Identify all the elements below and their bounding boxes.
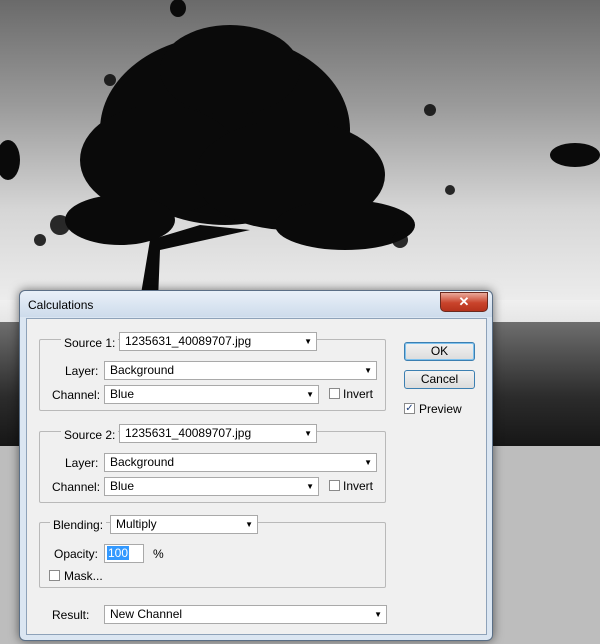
chevron-down-icon: ▼ [364, 458, 372, 467]
source1-channel-value: Blue [110, 387, 135, 401]
opacity-percent: % [153, 547, 164, 561]
chevron-down-icon: ▼ [374, 610, 382, 619]
chevron-down-icon: ▼ [306, 482, 314, 491]
blending-mode-select[interactable]: Multiply ▼ [110, 515, 258, 534]
title-bar[interactable]: Calculations ✕ [20, 291, 492, 317]
chevron-down-icon: ▼ [304, 429, 312, 438]
calculations-dialog: Calculations ✕ Source 1: 1235631_4008970… [19, 290, 493, 641]
preview-label: Preview [419, 402, 462, 416]
source1-label: Source 1: [61, 336, 119, 350]
source2-file-value: 1235631_40089707.jpg [125, 426, 252, 440]
result-value: New Channel [110, 607, 183, 621]
blending-label: Blending: [50, 518, 107, 532]
mask-checkbox[interactable] [49, 570, 60, 581]
dialog-title: Calculations [28, 298, 94, 312]
source1-invert-checkbox[interactable] [329, 388, 340, 399]
chevron-down-icon: ▼ [245, 520, 253, 529]
dialog-body: Source 1: 1235631_40089707.jpg ▼ Layer: … [26, 318, 487, 635]
source1-layer-select[interactable]: Background ▼ [104, 361, 377, 380]
source1-channel-label: Channel: [52, 388, 101, 402]
source2-invert-label: Invert [343, 479, 374, 493]
ok-button[interactable]: OK [404, 342, 475, 361]
source1-layer-label: Layer: [65, 364, 99, 378]
source2-channel-label: Channel: [52, 480, 101, 494]
tree-silhouette [0, 0, 600, 300]
chevron-down-icon: ▼ [304, 337, 312, 346]
source2-file-select[interactable]: 1235631_40089707.jpg ▼ [119, 424, 317, 443]
source2-layer-label: Layer: [65, 456, 99, 470]
result-select[interactable]: New Channel ▼ [104, 605, 387, 624]
opacity-input[interactable]: 100 [104, 544, 144, 563]
cancel-button-label: Cancel [420, 372, 459, 386]
source2-channel-select[interactable]: Blue ▼ [104, 477, 319, 496]
source2-layer-value: Background [110, 455, 175, 469]
source1-layer-value: Background [110, 363, 175, 377]
source2-invert-checkbox[interactable] [329, 480, 340, 491]
close-icon: ✕ [458, 294, 470, 309]
source1-invert-label: Invert [343, 387, 374, 401]
opacity-value: 100 [107, 546, 130, 560]
source1-channel-select[interactable]: Blue ▼ [104, 385, 319, 404]
checkmark-icon: ✓ [405, 403, 414, 414]
chevron-down-icon: ▼ [306, 390, 314, 399]
chevron-down-icon: ▼ [364, 366, 372, 375]
source2-layer-select[interactable]: Background ▼ [104, 453, 377, 472]
source1-file-value: 1235631_40089707.jpg [125, 334, 252, 348]
source1-file-select[interactable]: 1235631_40089707.jpg ▼ [119, 332, 317, 351]
blending-mode-value: Multiply [116, 517, 157, 531]
preview-checkbox[interactable]: ✓ [404, 403, 415, 414]
result-label: Result: [52, 608, 90, 622]
source2-channel-value: Blue [110, 479, 135, 493]
opacity-label: Opacity: [54, 547, 99, 561]
cancel-button[interactable]: Cancel [404, 370, 475, 389]
ok-button-label: OK [430, 344, 449, 358]
mask-label: Mask... [64, 569, 103, 583]
close-button[interactable]: ✕ [440, 292, 488, 312]
source2-label: Source 2: [61, 428, 119, 442]
